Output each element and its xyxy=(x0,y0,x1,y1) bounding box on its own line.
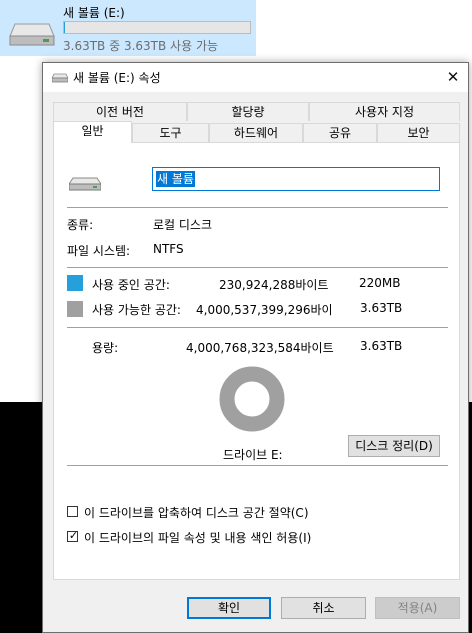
drive-large-icon xyxy=(68,177,102,194)
drive-tile-info: 3.63TB 중 3.63TB 사용 가능 xyxy=(63,39,219,53)
filesystem-value: NTFS xyxy=(153,242,184,256)
drive-tile-name: 새 볼륨 (E:) xyxy=(63,6,125,20)
drive-small-icon xyxy=(51,72,69,86)
free-space-size: 3.63TB xyxy=(360,301,403,315)
free-space-label: 사용 가능한 공간: xyxy=(92,303,181,317)
free-space-swatch xyxy=(67,301,83,317)
tab-tools[interactable]: 도구 xyxy=(132,123,209,142)
tab-quota[interactable]: 할당량 xyxy=(187,102,309,121)
ok-button[interactable]: 확인 xyxy=(187,597,271,619)
capacity-bytes: 4,000,768,323,584바이트 xyxy=(186,341,334,355)
used-space-swatch xyxy=(67,275,83,291)
apply-button[interactable]: 적용(A) xyxy=(375,597,460,619)
drive-usage-bar xyxy=(63,21,251,34)
cancel-button[interactable]: 취소 xyxy=(281,597,366,619)
drive-icon xyxy=(9,22,55,51)
divider xyxy=(67,267,448,268)
drive-usage-bar-fill xyxy=(64,22,65,33)
compress-label[interactable]: 이 드라이브를 압축하여 디스크 공간 절약(C) xyxy=(84,504,309,521)
tab-sharing[interactable]: 공유 xyxy=(303,123,377,142)
used-space-bytes: 230,924,288바이트 xyxy=(219,278,329,292)
tab-general[interactable]: 일반 xyxy=(53,121,132,143)
disk-cleanup-button[interactable]: 디스크 정리(D) xyxy=(348,435,440,457)
divider xyxy=(67,207,448,208)
drive-label: 드라이브 E: xyxy=(223,448,283,462)
capacity-size: 3.63TB xyxy=(360,339,403,353)
index-checkbox[interactable]: ✓ xyxy=(67,529,79,542)
volume-name-input[interactable]: 새 볼륨 xyxy=(152,167,440,191)
volume-name-value: 새 볼륨 xyxy=(156,171,195,187)
title-bar[interactable]: 새 볼륨 (E:) 속성 ✕ xyxy=(43,63,468,92)
dialog-title: 새 볼륨 (E:) 속성 xyxy=(73,71,161,85)
tab-previous-versions[interactable]: 이전 버전 xyxy=(53,102,187,121)
tab-customize[interactable]: 사용자 지정 xyxy=(309,102,460,121)
properties-dialog: 새 볼륨 (E:) 속성 ✕ 이전 버전 할당량 사용자 지정 일반 도구 하드… xyxy=(42,62,469,633)
free-space-bytes: 4,000,537,399,296바이 xyxy=(196,303,333,317)
used-space-size: 220MB xyxy=(359,276,401,290)
tab-hardware[interactable]: 하드웨어 xyxy=(209,123,303,142)
tab-security[interactable]: 보안 xyxy=(377,123,460,142)
compress-checkbox[interactable] xyxy=(67,506,78,517)
type-value: 로컬 디스크 xyxy=(153,218,213,232)
close-icon[interactable]: ✕ xyxy=(438,63,468,92)
index-label[interactable]: 이 드라이브의 파일 속성 및 내용 색인 허용(I) xyxy=(84,529,311,546)
general-panel: 새 볼륨 종류: 로컬 디스크 파일 시스템: NTFS 사용 중인 공간: 2… xyxy=(53,142,460,580)
usage-donut-chart xyxy=(219,366,285,432)
type-label: 종류: xyxy=(67,218,94,232)
drive-tile-e[interactable]: 새 볼륨 (E:) 3.63TB 중 3.63TB 사용 가능 xyxy=(0,0,256,56)
filesystem-label: 파일 시스템: xyxy=(67,244,131,258)
used-space-label: 사용 중인 공간: xyxy=(92,278,170,292)
checkmark-icon: ✓ xyxy=(68,529,79,542)
divider xyxy=(67,327,448,328)
divider xyxy=(67,465,448,466)
capacity-label: 용량: xyxy=(92,341,119,355)
